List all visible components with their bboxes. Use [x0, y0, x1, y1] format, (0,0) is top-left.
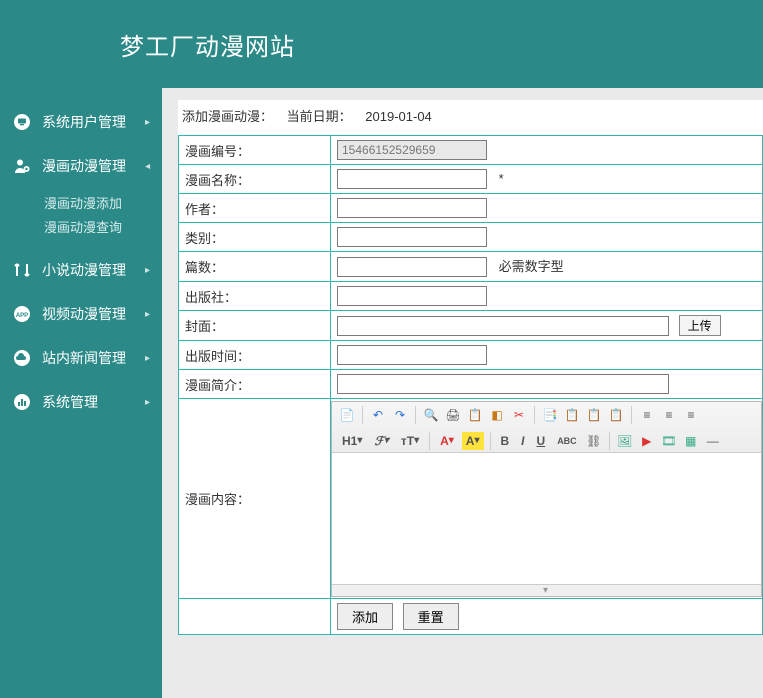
tb-print-icon[interactable]: 🖨: [444, 406, 462, 424]
chevron-right-icon: ▸: [145, 353, 150, 364]
tb-highlight-icon[interactable]: A▾: [462, 432, 484, 450]
tb-table-icon[interactable]: ▦: [682, 432, 700, 450]
tb-heading-icon[interactable]: H1▾: [338, 432, 366, 450]
tb-source-icon[interactable]: 📄: [338, 406, 356, 424]
crumb-date-label: 当前日期：: [287, 109, 352, 124]
tb-image-icon[interactable]: 🖼: [616, 432, 634, 450]
sidebar-item-label: 漫画动漫管理: [42, 156, 145, 176]
crumb-title: 添加漫画动漫：: [182, 109, 273, 124]
input-category[interactable]: [337, 227, 487, 247]
sidebar-item-novel-mgmt[interactable]: 小说动漫管理 ▸: [0, 248, 162, 292]
subnav-item-add[interactable]: 漫画动漫添加: [44, 192, 162, 216]
tb-align-right-icon[interactable]: ≡: [682, 406, 700, 424]
tb-template-icon[interactable]: ◧: [488, 406, 506, 424]
sidebar-item-video-mgmt[interactable]: APP 视频动漫管理 ▸: [0, 292, 162, 336]
tb-media-icon[interactable]: 🎞: [660, 432, 678, 450]
required-mark: *: [499, 171, 504, 186]
tb-paste-icon[interactable]: 📋: [563, 406, 581, 424]
sidebar-item-label: 小说动漫管理: [42, 260, 145, 280]
user-gear-icon: [12, 156, 32, 176]
label-count: 篇数：: [179, 252, 331, 282]
sidebar-item-label: 系统用户管理: [42, 112, 145, 132]
sidebar-item-label: 系统管理: [42, 392, 145, 412]
reset-button[interactable]: 重置: [403, 603, 459, 630]
tb-strike-icon[interactable]: ABC: [553, 432, 581, 450]
tb-size-icon[interactable]: тT▾: [397, 432, 423, 450]
tb-undo-icon[interactable]: ↶: [369, 406, 387, 424]
tb-align-left-icon[interactable]: ≡: [638, 406, 656, 424]
tb-link-icon[interactable]: ⛓: [585, 432, 603, 450]
chevron-right-icon: ▸: [145, 309, 150, 320]
tb-hr-icon[interactable]: —: [704, 432, 722, 450]
sidebar-item-system-mgmt[interactable]: 系统管理 ▸: [0, 380, 162, 424]
editor-body[interactable]: [332, 453, 761, 584]
tb-find-icon[interactable]: 🔍: [422, 406, 440, 424]
site-title: 梦工厂动漫网站: [120, 27, 295, 62]
input-name[interactable]: [337, 169, 487, 189]
tb-bold-icon[interactable]: B: [497, 432, 514, 450]
tb-flash-icon[interactable]: ▶: [638, 432, 656, 450]
sidebar-item-news-mgmt[interactable]: 站内新闻管理 ▸: [0, 336, 162, 380]
hint-count: 必需数字型: [499, 259, 564, 274]
label-name: 漫画名称：: [179, 165, 331, 194]
input-publisher[interactable]: [337, 286, 487, 306]
label-publisher: 出版社：: [179, 282, 331, 311]
sidebar-item-label: 站内新闻管理: [42, 348, 145, 368]
tb-paste2-icon[interactable]: 📋: [585, 406, 603, 424]
header: 梦工厂动漫网站: [0, 0, 763, 88]
tb-preview-icon[interactable]: 📋: [466, 406, 484, 424]
sidebar-item-comic-mgmt[interactable]: 漫画动漫管理 ▾: [0, 144, 162, 188]
upload-button[interactable]: 上传: [679, 315, 721, 336]
chevron-down-icon: ▾: [142, 163, 153, 168]
chevron-right-icon: ▸: [145, 397, 150, 408]
sidebar: 系统用户管理 ▸ 漫画动漫管理 ▾ 漫画动漫添加 漫画动漫查询 小说动漫管理 ▸…: [0, 88, 162, 698]
tb-font-icon[interactable]: ℱ▾: [370, 432, 392, 450]
monitor-icon: [12, 112, 32, 132]
input-count[interactable]: [337, 257, 487, 277]
sidebar-item-user-mgmt[interactable]: 系统用户管理 ▸: [0, 100, 162, 144]
cloud-icon: [12, 348, 32, 368]
tb-copy-icon[interactable]: 📑: [541, 406, 559, 424]
breadcrumb: 添加漫画动漫： 当前日期： 2019-01-04: [178, 100, 763, 135]
label-cover: 封面：: [179, 311, 331, 341]
editor-toolbar: 📄 ↶ ↷ 🔍 🖨 📋 ◧ ✂ �: [332, 402, 761, 453]
subnav-item-query[interactable]: 漫画动漫查询: [44, 216, 162, 240]
label-content: 漫画内容：: [179, 399, 331, 599]
label-intro: 漫画简介：: [179, 370, 331, 399]
editor-resize-handle[interactable]: ▾: [332, 584, 761, 596]
input-intro[interactable]: [337, 374, 669, 394]
label-code: 漫画编号：: [179, 136, 331, 165]
bars-icon: [12, 392, 32, 412]
panel: 添加漫画动漫： 当前日期： 2019-01-04 漫画编号： 漫画名称： *: [178, 100, 763, 635]
tb-paste3-icon[interactable]: 📋: [607, 406, 625, 424]
tb-italic-icon[interactable]: I: [517, 432, 528, 450]
svg-text:APP: APP: [16, 313, 28, 319]
input-author[interactable]: [337, 198, 487, 218]
tb-underline-icon[interactable]: U: [533, 432, 550, 450]
app-icon: APP: [12, 304, 32, 324]
tb-color-icon[interactable]: A▾: [436, 432, 458, 450]
arrows-icon: [12, 260, 32, 280]
crumb-date-value: 2019-01-04: [365, 109, 432, 124]
tb-redo-icon[interactable]: ↷: [391, 406, 409, 424]
content-area: 添加漫画动漫： 当前日期： 2019-01-04 漫画编号： 漫画名称： *: [162, 88, 763, 698]
tb-align-center-icon[interactable]: ≡: [660, 406, 678, 424]
form-table: 漫画编号： 漫画名称： * 作者： 类别：: [178, 135, 763, 635]
input-cover[interactable]: [337, 316, 669, 336]
submit-button[interactable]: 添加: [337, 603, 393, 630]
label-category: 类别：: [179, 223, 331, 252]
label-author: 作者：: [179, 194, 331, 223]
chevron-right-icon: ▸: [145, 265, 150, 276]
subnav-comic: 漫画动漫添加 漫画动漫查询: [0, 188, 162, 248]
input-code: [337, 140, 487, 160]
chevron-right-icon: ▸: [145, 117, 150, 128]
rich-editor: 📄 ↶ ↷ 🔍 🖨 📋 ◧ ✂ �: [331, 401, 762, 597]
input-pubdate[interactable]: [337, 345, 487, 365]
sidebar-item-label: 视频动漫管理: [42, 304, 145, 324]
tb-cut-icon[interactable]: ✂: [510, 406, 528, 424]
label-pubdate: 出版时间：: [179, 341, 331, 370]
